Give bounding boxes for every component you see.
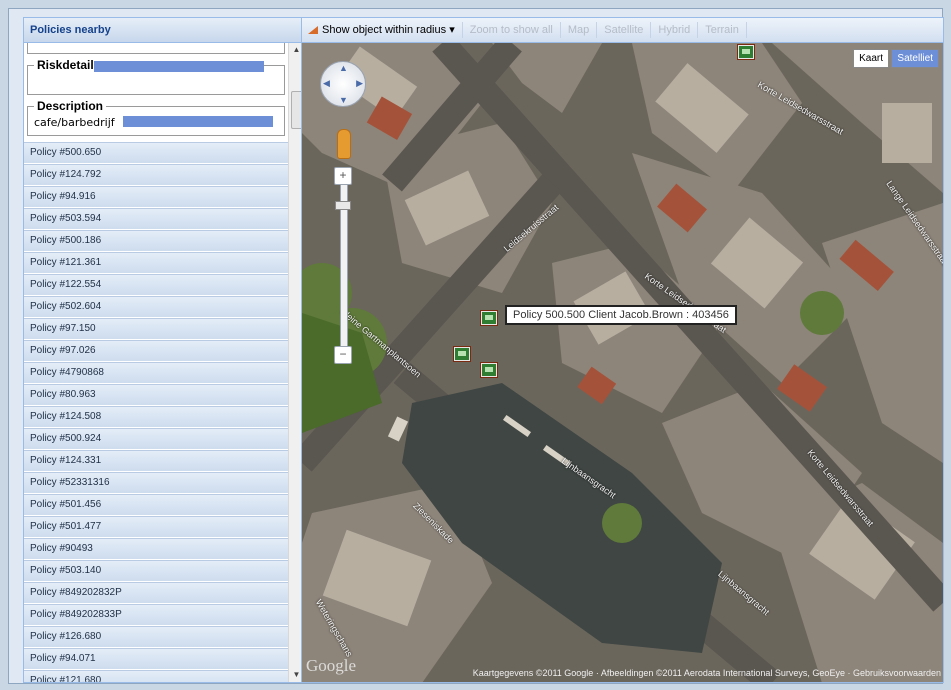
google-logo: Google bbox=[306, 656, 357, 675]
map-type-map-button[interactable]: Map bbox=[561, 22, 598, 38]
pan-control[interactable]: ▲ ◀ ▶ ▼ bbox=[320, 61, 366, 107]
panel-title: Policies nearby bbox=[24, 18, 304, 43]
pan-up-icon[interactable]: ▲ bbox=[339, 63, 348, 73]
application-window: Policies nearby Riskdetails Description … bbox=[8, 8, 944, 684]
previous-field-frame bbox=[27, 43, 285, 54]
pan-down-icon[interactable]: ▼ bbox=[339, 95, 348, 105]
policy-list-item[interactable]: Policy #500.650 bbox=[24, 142, 288, 164]
policy-list-item[interactable]: Policy #124.508 bbox=[24, 406, 288, 428]
policy-list-item[interactable]: Policy #94.071 bbox=[24, 648, 288, 670]
policy-list: Policy #500.650 Policy #124.792 Policy #94… bbox=[24, 142, 288, 682]
radius-icon bbox=[308, 26, 318, 35]
dropdown-arrow-icon: ▾ bbox=[449, 24, 455, 36]
map-panel: Show object within radius ▾ Zoom to show… bbox=[301, 17, 944, 683]
policy-list-item[interactable]: Policy #501.477 bbox=[24, 516, 288, 538]
policy-list-item[interactable]: Policy #124.792 bbox=[24, 164, 288, 186]
redacted-field bbox=[123, 116, 274, 128]
map-copyright[interactable]: Kaartgegevens ©2011 Google · Afbeeldinge… bbox=[473, 668, 941, 678]
description-group: Description cafe/barbedrijf bbox=[27, 99, 285, 136]
policy-list-item[interactable]: Policy #849202833P bbox=[24, 604, 288, 626]
policies-panel: Policies nearby Riskdetails Description … bbox=[23, 17, 305, 683]
policy-list-item[interactable]: Policy #501.456 bbox=[24, 494, 288, 516]
zoom-to-show-all-button[interactable]: Zoom to show all bbox=[463, 22, 561, 38]
radius-button-label: Show object within radius bbox=[322, 24, 447, 36]
policy-list-item[interactable]: Policy #4790868 bbox=[24, 362, 288, 384]
zoom-in-button[interactable]: + bbox=[334, 167, 352, 185]
policy-list-item[interactable]: Policy #502.604 bbox=[24, 296, 288, 318]
description-legend: Description bbox=[37, 99, 104, 113]
policies-scroll-area[interactable]: Riskdetails Description cafe/barbedrijf … bbox=[24, 43, 304, 682]
policy-marker-icon[interactable] bbox=[454, 347, 470, 361]
redacted-field bbox=[94, 61, 264, 73]
satellite-map[interactable]: Korte Leidsedwarsstraat Korte Leidsedwar… bbox=[302, 43, 943, 682]
pan-right-icon[interactable]: ▶ bbox=[356, 78, 363, 89]
policy-list-item[interactable]: Policy #500.186 bbox=[24, 230, 288, 252]
policy-list-item[interactable]: Policy #94.916 bbox=[24, 186, 288, 208]
policy-list-item[interactable]: Policy #97.150 bbox=[24, 318, 288, 340]
policy-list-item[interactable]: Policy #121.680 bbox=[24, 670, 288, 682]
map-type-satellite-button[interactable]: Satellite bbox=[597, 22, 652, 38]
policy-list-item[interactable]: Policy #122.554 bbox=[24, 274, 288, 296]
street-view-pegman-icon[interactable] bbox=[337, 129, 351, 159]
policy-tooltip: Policy 500.500 Client Jacob.Brown : 4034… bbox=[505, 305, 737, 325]
map-toolbar: Show object within radius ▾ Zoom to show… bbox=[302, 18, 943, 43]
policy-marker-icon[interactable] bbox=[738, 45, 754, 59]
policy-list-item[interactable]: Policy #90493 bbox=[24, 538, 288, 560]
policies-content: Riskdetails Description cafe/barbedrijf … bbox=[24, 43, 288, 682]
policy-list-item[interactable]: Policy #503.140 bbox=[24, 560, 288, 582]
show-within-radius-button[interactable]: Show object within radius ▾ bbox=[302, 22, 463, 38]
policy-list-item[interactable]: Policy #52331316 bbox=[24, 472, 288, 494]
policy-list-item[interactable]: Policy #126.680 bbox=[24, 626, 288, 648]
policy-list-item[interactable]: Policy #500.924 bbox=[24, 428, 288, 450]
policy-list-item[interactable]: Policy #849202832P bbox=[24, 582, 288, 604]
policy-list-item[interactable]: Policy #503.594 bbox=[24, 208, 288, 230]
map-type-hybrid-button[interactable]: Hybrid bbox=[651, 22, 699, 38]
pan-left-icon[interactable]: ◀ bbox=[323, 78, 330, 89]
policy-list-item[interactable]: Policy #121.361 bbox=[24, 252, 288, 274]
policy-marker-icon[interactable] bbox=[481, 363, 497, 377]
kaart-button[interactable]: Kaart bbox=[853, 49, 889, 68]
policy-marker-icon[interactable] bbox=[481, 311, 497, 325]
policy-list-item[interactable]: Policy #124.331 bbox=[24, 450, 288, 472]
policy-list-item[interactable]: Policy #80.963 bbox=[24, 384, 288, 406]
riskdetails-legend: Riskdetails bbox=[37, 58, 101, 72]
map-type-terrain-button[interactable]: Terrain bbox=[698, 22, 747, 38]
satelliet-button[interactable]: Satelliet bbox=[891, 49, 939, 68]
riskdetails-group: Riskdetails bbox=[27, 58, 285, 95]
policy-list-item[interactable]: Policy #97.026 bbox=[24, 340, 288, 362]
description-value: cafe/barbedrijf bbox=[34, 116, 115, 129]
zoom-out-button[interactable]: − bbox=[334, 346, 352, 364]
zoom-slider-handle[interactable] bbox=[335, 201, 351, 210]
